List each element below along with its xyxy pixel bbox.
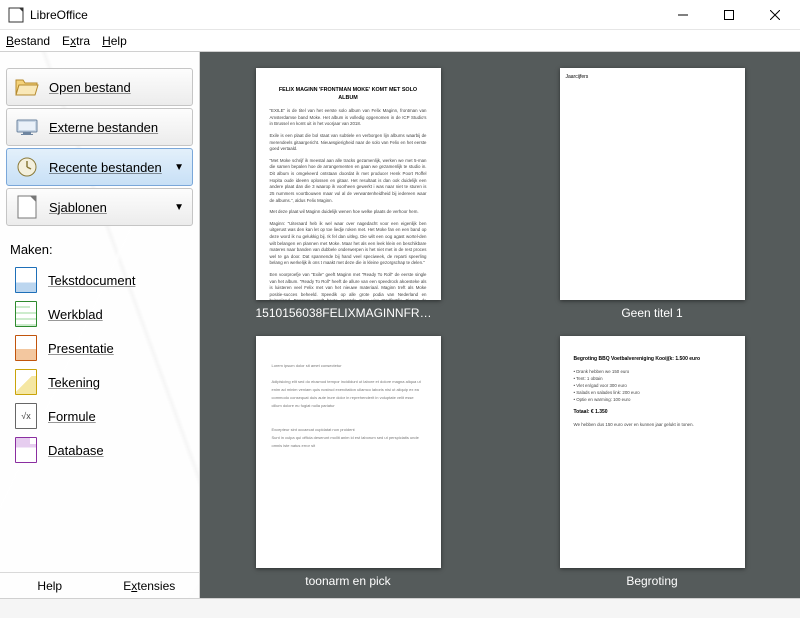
create-text-document[interactable]: Tekstdocument <box>4 263 195 297</box>
create-heading: Maken: <box>10 242 189 257</box>
remote-files-label: Externe bestanden <box>49 120 184 135</box>
writer-icon <box>14 268 38 292</box>
recent-doc-caption: toonarm en pick <box>305 574 390 588</box>
templates-icon <box>15 195 39 219</box>
libreoffice-icon <box>8 7 24 23</box>
impress-icon <box>14 336 38 360</box>
open-file-button[interactable]: Open bestand <box>6 68 193 106</box>
recent-files-button[interactable]: Recente bestanden ▼ <box>6 148 193 186</box>
create-impress-label: Presentatie <box>48 341 114 356</box>
create-base-label: Database <box>48 443 104 458</box>
statusbar <box>0 598 800 618</box>
recent-doc-caption: Begroting <box>626 574 677 588</box>
menu-file[interactable]: Bestand <box>6 34 50 48</box>
create-spreadsheet[interactable]: Werkblad <box>4 297 195 331</box>
recent-doc-3[interactable]: Lorem ipsum dolor sit amet consectetur A… <box>226 336 470 588</box>
recent-files-label: Recente bestanden <box>49 160 174 175</box>
templates-label: Sjablonen <box>49 200 174 215</box>
menu-help[interactable]: Help <box>102 34 127 48</box>
thumbnail: Lorem ipsum dolor sit amet consectetur A… <box>256 336 441 568</box>
create-calc-label: Werkblad <box>48 307 103 322</box>
clock-icon <box>15 155 39 179</box>
base-icon <box>14 438 38 462</box>
draw-icon <box>14 370 38 394</box>
close-button[interactable] <box>752 0 798 30</box>
main: Open bestand Externe bestanden Recente b… <box>0 52 800 598</box>
recent-doc-1[interactable]: FELIX MAGINN 'FRONTMAN MOKE' KOMT MET SO… <box>226 68 470 320</box>
sidebar: Open bestand Externe bestanden Recente b… <box>0 52 200 598</box>
footer-help[interactable]: Help <box>0 579 100 593</box>
create-drawing[interactable]: Tekening <box>4 365 195 399</box>
minimize-button[interactable] <box>660 0 706 30</box>
remote-files-button[interactable]: Externe bestanden <box>6 108 193 146</box>
calc-icon <box>14 302 38 326</box>
maximize-button[interactable] <box>706 0 752 30</box>
create-presentation[interactable]: Presentatie <box>4 331 195 365</box>
sidebar-footer: Help Extensies <box>0 572 199 598</box>
recent-doc-4[interactable]: Begroting BBQ Voetbalvereniging Kooij(k:… <box>530 336 774 588</box>
create-math-label: Formule <box>48 409 96 424</box>
footer-extensions[interactable]: Extensies <box>100 579 200 593</box>
create-database[interactable]: Database <box>4 433 195 467</box>
remote-files-icon <box>15 115 39 139</box>
chevron-down-icon: ▼ <box>174 162 184 173</box>
recent-doc-caption: 1510156038FELIXMAGINNFRON… <box>256 306 441 320</box>
thumbnail: FELIX MAGINN 'FRONTMAN MOKE' KOMT MET SO… <box>256 68 441 300</box>
open-file-label: Open bestand <box>49 80 184 95</box>
create-text-label: Tekstdocument <box>48 273 135 288</box>
recent-doc-2[interactable]: Jaarcijfers Geen titel 1 <box>530 68 774 320</box>
folder-open-icon <box>15 75 39 99</box>
titlebar: LibreOffice <box>0 0 800 30</box>
menu-extra[interactable]: Extra <box>62 34 90 48</box>
thumbnail: Jaarcijfers <box>560 68 745 300</box>
recent-documents-grid: FELIX MAGINN 'FRONTMAN MOKE' KOMT MET SO… <box>226 68 774 588</box>
chevron-down-icon: ▼ <box>174 202 184 213</box>
window-title: LibreOffice <box>30 8 660 22</box>
create-formula[interactable]: √x Formule <box>4 399 195 433</box>
menubar: Bestand Extra Help <box>0 30 800 52</box>
thumbnail: Begroting BBQ Voetbalvereniging Kooij(k:… <box>560 336 745 568</box>
create-draw-label: Tekening <box>48 375 100 390</box>
math-icon: √x <box>14 404 38 428</box>
recent-doc-caption: Geen titel 1 <box>621 306 682 320</box>
templates-button[interactable]: Sjablonen ▼ <box>6 188 193 226</box>
recent-documents-area: FELIX MAGINN 'FRONTMAN MOKE' KOMT MET SO… <box>200 52 800 598</box>
